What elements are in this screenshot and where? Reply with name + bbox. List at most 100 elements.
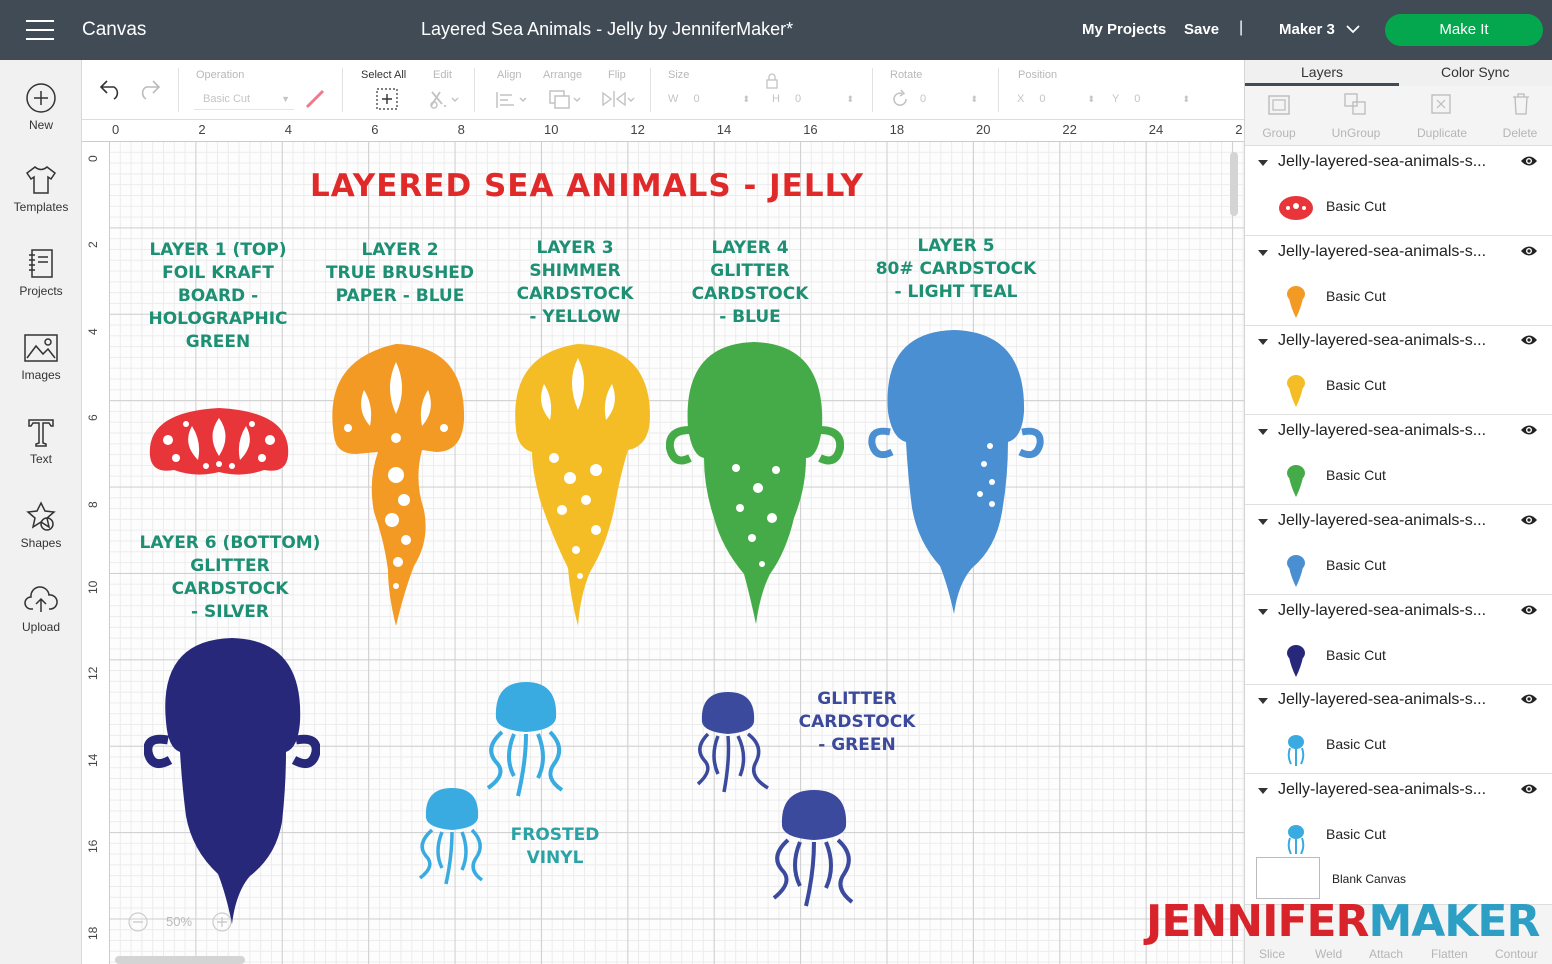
stepper-icon[interactable]: ⬍ bbox=[1087, 88, 1095, 110]
flatten-button[interactable]: Flatten bbox=[1431, 947, 1468, 961]
tab-color-sync[interactable]: Color Sync bbox=[1441, 64, 1509, 80]
sidebar-item-projects[interactable]: Projects bbox=[0, 248, 82, 318]
group-icon[interactable] bbox=[1267, 94, 1291, 116]
visibility-eye-icon[interactable] bbox=[1520, 154, 1538, 168]
zoom-in-icon[interactable] bbox=[212, 912, 232, 932]
layer-3-label[interactable]: LAYER 3 SHIMMER CARDSTOCK - YELLOW bbox=[500, 237, 650, 329]
collapse-arrow-icon[interactable] bbox=[1258, 787, 1268, 794]
layer-5-jelly-shape[interactable] bbox=[868, 328, 1044, 618]
stepper-icon[interactable]: ⬍ bbox=[1182, 88, 1190, 110]
height-field[interactable]: H 0 ⬍ bbox=[772, 88, 854, 110]
visibility-eye-icon[interactable] bbox=[1520, 782, 1538, 796]
collapse-arrow-icon[interactable] bbox=[1258, 698, 1268, 705]
layer-thumbnail[interactable] bbox=[1275, 643, 1317, 679]
flip-icon[interactable] bbox=[600, 88, 636, 110]
layer-thumbnail[interactable] bbox=[1275, 553, 1317, 589]
contour-button[interactable]: Contour bbox=[1495, 947, 1538, 961]
layer-thumbnail[interactable] bbox=[1275, 463, 1317, 499]
blank-canvas-swatch[interactable] bbox=[1256, 857, 1320, 899]
machine-select[interactable]: Maker 3 bbox=[1279, 21, 1335, 38]
layer-4-label[interactable]: LAYER 4 GLITTER CARDSTOCK - BLUE bbox=[675, 237, 825, 329]
layer-thumbnail[interactable] bbox=[1275, 822, 1317, 854]
edit-tools-icon[interactable] bbox=[428, 88, 460, 110]
tab-layers[interactable]: Layers bbox=[1301, 64, 1343, 80]
layer-2-jelly-shape[interactable] bbox=[326, 340, 468, 630]
sidebar-item-images[interactable]: Images bbox=[0, 332, 82, 402]
collapse-arrow-icon[interactable] bbox=[1258, 608, 1268, 615]
layer-1-jelly-shape[interactable] bbox=[146, 404, 292, 478]
visibility-eye-icon[interactable] bbox=[1520, 513, 1538, 527]
frosted-vinyl-label[interactable]: FROSTED VINYL bbox=[500, 824, 610, 870]
horizontal-scrollbar[interactable] bbox=[115, 956, 245, 964]
undo-icon[interactable] bbox=[98, 78, 124, 100]
layer-group[interactable]: Jelly-layered-sea-animals-s... Basic Cut bbox=[1245, 325, 1552, 416]
sidebar-item-text[interactable]: Text bbox=[0, 416, 82, 486]
ungroup-icon[interactable] bbox=[1343, 92, 1367, 116]
slice-button[interactable]: Slice bbox=[1259, 947, 1285, 961]
layer-cut-type[interactable]: Basic Cut bbox=[1326, 198, 1386, 214]
layer-group[interactable]: Jelly-layered-sea-animals-s... Basic Cut bbox=[1245, 146, 1552, 236]
collapse-arrow-icon[interactable] bbox=[1258, 429, 1268, 436]
redo-icon[interactable] bbox=[136, 78, 162, 100]
y-field[interactable]: Y 0 ⬍ bbox=[1112, 88, 1190, 110]
align-icon[interactable] bbox=[494, 90, 528, 110]
layer-cut-type[interactable]: Basic Cut bbox=[1326, 288, 1386, 304]
stepper-icon[interactable]: ⬍ bbox=[846, 88, 854, 110]
hamburger-menu-icon[interactable] bbox=[26, 20, 54, 40]
sidebar-item-templates[interactable]: Templates bbox=[0, 164, 82, 234]
layer-thumbnail[interactable] bbox=[1275, 732, 1317, 768]
collapse-arrow-icon[interactable] bbox=[1258, 339, 1268, 346]
layer-group[interactable]: Jelly-layered-sea-animals-s... Basic Cut bbox=[1245, 415, 1552, 506]
collapse-arrow-icon[interactable] bbox=[1258, 160, 1268, 166]
save-button[interactable]: Save bbox=[1184, 21, 1219, 38]
layer-thumbnail[interactable] bbox=[1275, 194, 1317, 230]
chevron-down-icon[interactable] bbox=[1346, 22, 1360, 36]
visibility-eye-icon[interactable] bbox=[1520, 603, 1538, 617]
layer-thumbnail[interactable] bbox=[1275, 373, 1317, 409]
linetype-color-icon[interactable] bbox=[304, 88, 326, 110]
sidebar-item-new[interactable]: New bbox=[0, 82, 82, 152]
layer-thumbnail[interactable] bbox=[1275, 284, 1317, 320]
layer-3-jelly-shape[interactable] bbox=[510, 340, 652, 630]
layer-6-label[interactable]: LAYER 6 (BOTTOM) GLITTER CARDSTOCK - SIL… bbox=[120, 532, 340, 624]
stepper-icon[interactable]: ⬍ bbox=[970, 88, 978, 110]
visibility-eye-icon[interactable] bbox=[1520, 423, 1538, 437]
collapse-arrow-icon[interactable] bbox=[1258, 249, 1268, 256]
sidebar-item-shapes[interactable]: Shapes bbox=[0, 500, 82, 570]
layer-5-label[interactable]: LAYER 5 80# CARDSTOCK - LIGHT TEAL bbox=[856, 235, 1056, 304]
arrange-icon[interactable] bbox=[547, 88, 583, 110]
layer-cut-type[interactable]: Basic Cut bbox=[1326, 826, 1386, 842]
visibility-eye-icon[interactable] bbox=[1520, 333, 1538, 347]
layer-cut-type[interactable]: Basic Cut bbox=[1326, 557, 1386, 573]
layer-cut-type[interactable]: Basic Cut bbox=[1326, 377, 1386, 393]
layer-group[interactable]: Jelly-layered-sea-animals-s... Basic Cut bbox=[1245, 236, 1552, 326]
sidebar-item-upload[interactable]: Upload bbox=[0, 584, 82, 654]
layer-group[interactable]: Jelly-layered-sea-animals-s... Basic Cut bbox=[1245, 595, 1552, 685]
layer-cut-type[interactable]: Basic Cut bbox=[1326, 736, 1386, 752]
make-it-button[interactable]: Make It bbox=[1385, 14, 1543, 46]
layer-4-jelly-shape[interactable] bbox=[666, 338, 844, 628]
duplicate-icon[interactable] bbox=[1429, 92, 1453, 116]
layer-group[interactable]: Jelly-layered-sea-animals-s... Basic Cut bbox=[1245, 684, 1552, 775]
visibility-eye-icon[interactable] bbox=[1520, 244, 1538, 258]
lock-icon[interactable] bbox=[765, 73, 779, 89]
layer-2-label[interactable]: LAYER 2 TRUE BRUSHED PAPER - BLUE bbox=[318, 239, 482, 308]
glitter-jelly-small-shape[interactable] bbox=[690, 688, 782, 798]
layer-group[interactable]: Jelly-layered-sea-animals-s... Basic Cut bbox=[1245, 505, 1552, 595]
trash-icon[interactable] bbox=[1511, 92, 1531, 116]
glitter-green-label[interactable]: GLITTER CARDSTOCK - GREEN bbox=[782, 688, 932, 757]
x-field[interactable]: X 0 ⬍ bbox=[1017, 88, 1095, 110]
layer-group[interactable]: Jelly-layered-sea-animals-s... Basic Cut bbox=[1245, 774, 1552, 854]
stepper-icon[interactable]: ⬍ bbox=[742, 88, 750, 110]
glitter-jelly-large-shape[interactable] bbox=[760, 786, 864, 912]
my-projects-link[interactable]: My Projects bbox=[1082, 21, 1166, 38]
select-all-icon[interactable] bbox=[375, 87, 399, 111]
layer-6-jelly-shape[interactable] bbox=[144, 636, 320, 926]
zoom-out-icon[interactable] bbox=[128, 912, 148, 932]
visibility-eye-icon[interactable] bbox=[1520, 692, 1538, 706]
collapse-arrow-icon[interactable] bbox=[1258, 518, 1268, 525]
layer-cut-type[interactable]: Basic Cut bbox=[1326, 467, 1386, 483]
canvas-title-text[interactable]: LAYERED SEA ANIMALS - JELLY bbox=[310, 168, 864, 204]
vertical-scrollbar[interactable] bbox=[1230, 152, 1238, 216]
attach-button[interactable]: Attach bbox=[1369, 947, 1403, 961]
